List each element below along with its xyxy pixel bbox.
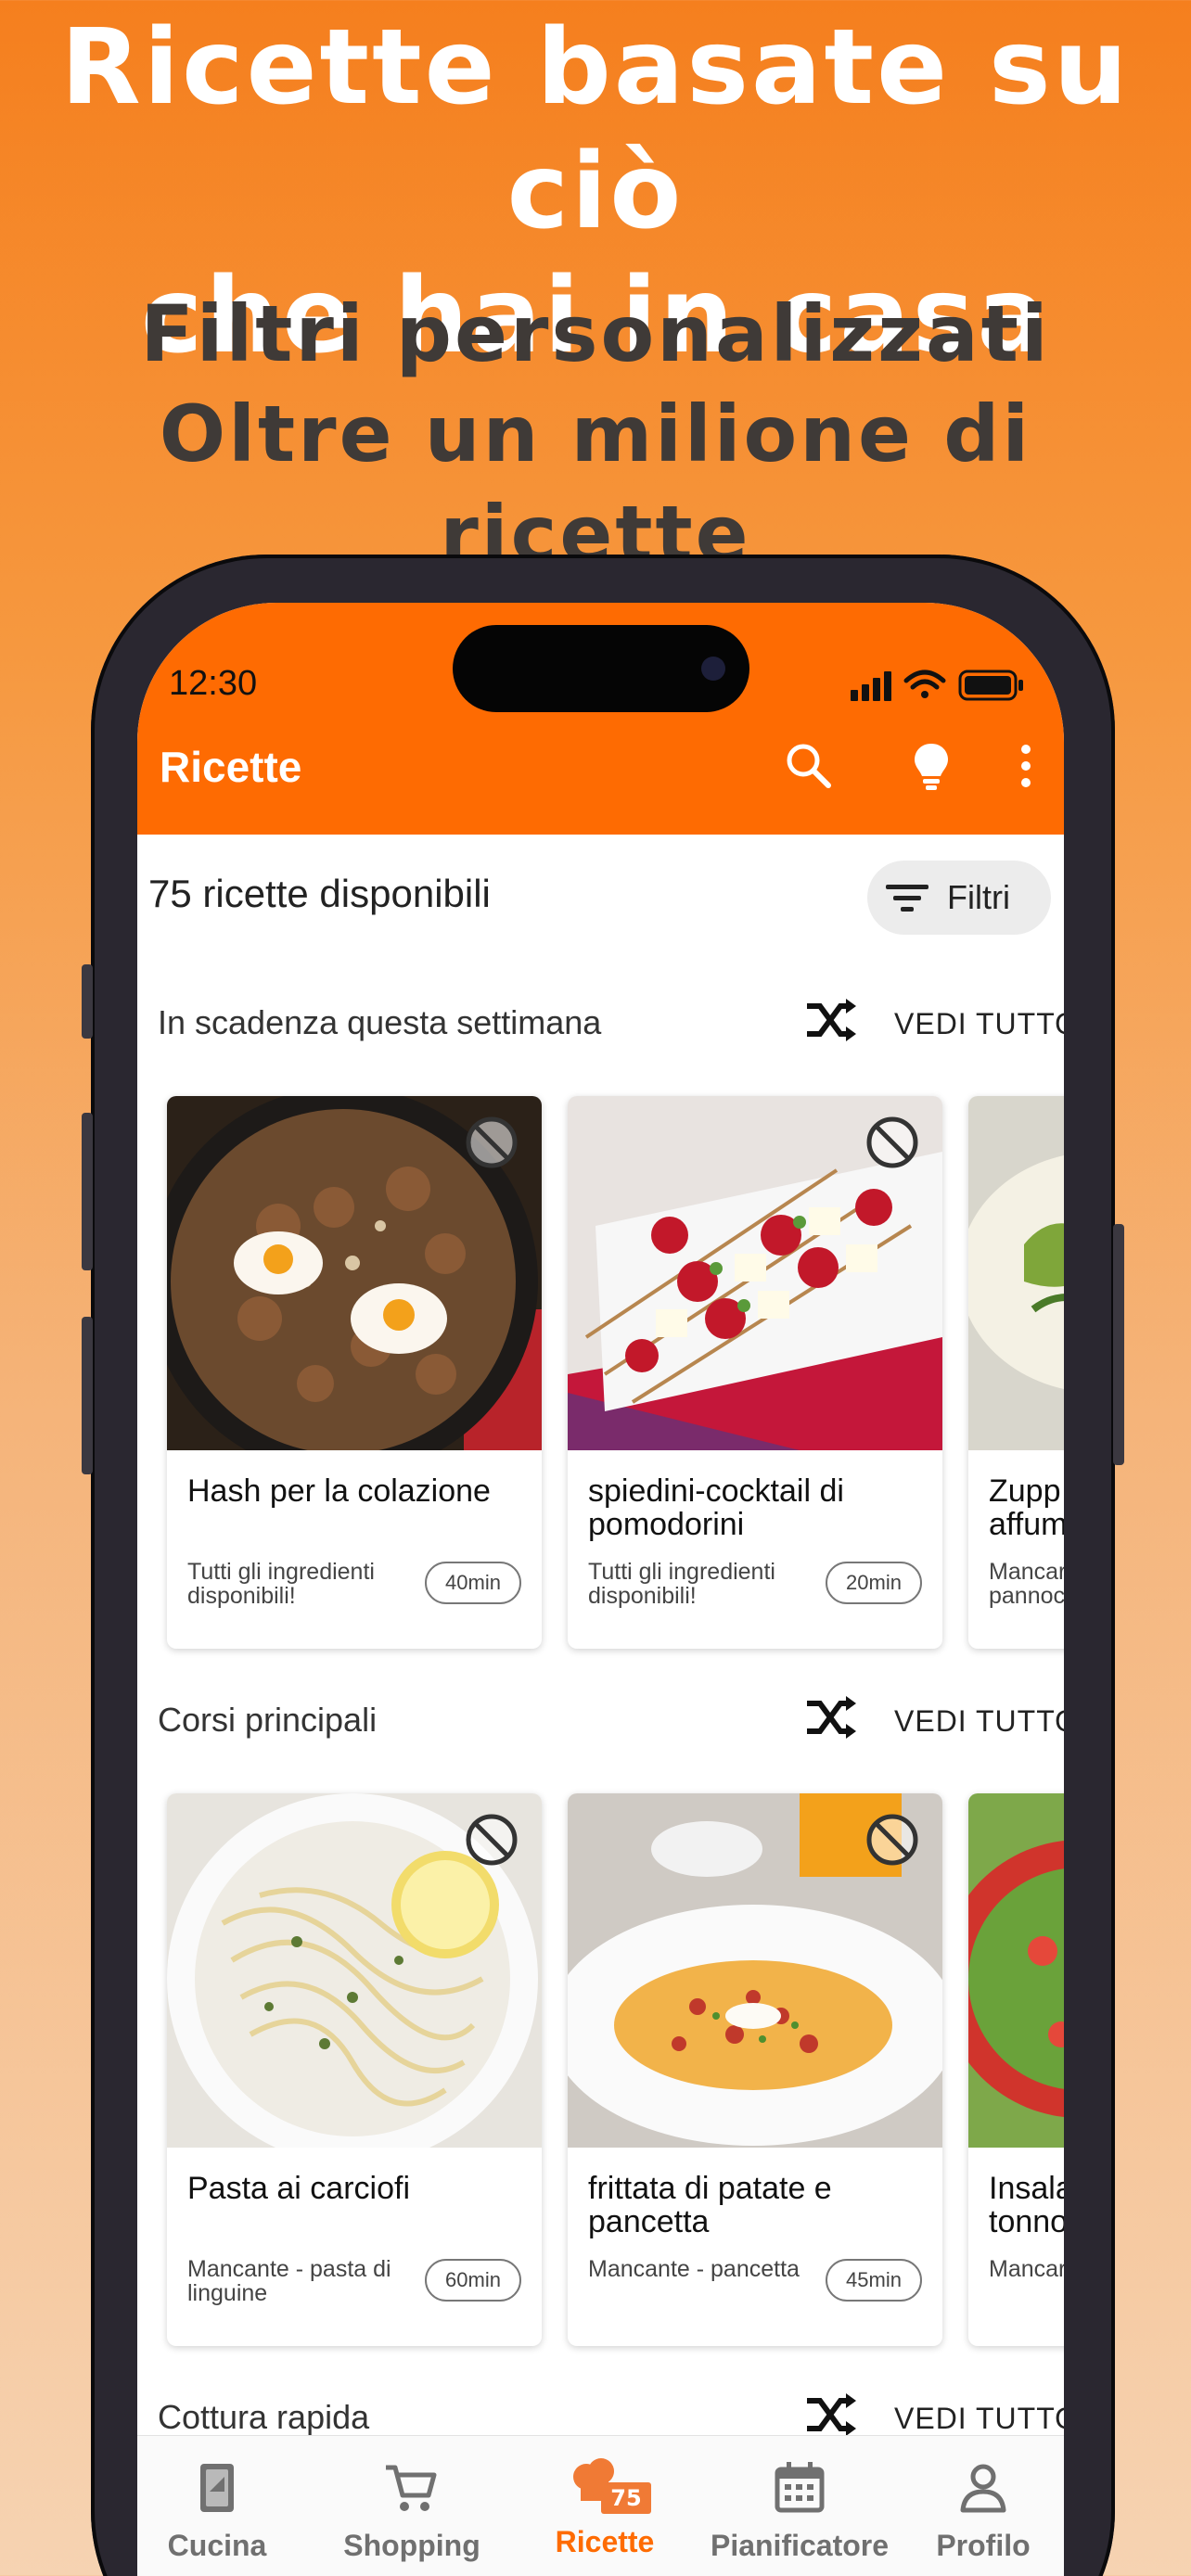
tab-label: Ricette	[555, 2525, 655, 2558]
ban-icon[interactable]	[464, 1812, 519, 1868]
signal-icon	[851, 671, 891, 701]
search-icon[interactable]	[781, 738, 837, 794]
recipe-image-salad	[968, 1793, 1064, 2148]
recipe-card[interactable]: Insala tonno Mancar	[968, 1793, 1064, 2346]
recipe-availability: Mancar	[989, 2256, 1064, 2282]
recipe-availability: Tutti gli ingredienti disponibili!	[588, 1559, 775, 1609]
recipe-card[interactable]: Zupp affum Mancar pannoc	[968, 1096, 1064, 1649]
person-icon	[960, 2464, 1006, 2513]
cart-icon	[386, 2465, 437, 2511]
wifi-icon	[903, 670, 946, 698]
recipe-availability: Mancar pannoc	[989, 1559, 1064, 1609]
headline-line-1: Ricette basate su ciò	[60, 7, 1131, 252]
camera-icon	[701, 657, 725, 681]
recipe-card[interactable]: Hash per la colazione Tutti gli ingredie…	[167, 1096, 542, 1649]
section-title: In scadenza questa settimana	[158, 1003, 602, 1041]
recipe-availability: Mancante - pancetta	[588, 2256, 800, 2282]
recipe-name: spiedini-cocktail di pomodorini	[588, 1473, 844, 1542]
section-title: Cottura rapida	[158, 2398, 370, 2436]
promo-subheadline: Filtri personalizzati Oltre un milione d…	[0, 284, 1191, 584]
lightbulb-icon[interactable]	[903, 738, 959, 794]
recipe-name: Pasta ai carciofi	[187, 2171, 410, 2206]
ban-icon[interactable]	[464, 1115, 519, 1170]
tab-cucina[interactable]: Cucina	[137, 2458, 310, 2563]
tab-label: Pianificatore	[710, 2529, 890, 2562]
phone-power-button	[1113, 1224, 1124, 1465]
filter-button[interactable]: Filtri	[867, 861, 1051, 935]
sub-line-1: Filtri personalizzati	[140, 288, 1051, 379]
shuffle-icon[interactable]	[803, 2391, 859, 2438]
phone-side-button	[82, 964, 93, 1039]
phone-volume-up	[82, 1113, 93, 1270]
section-title: Corsi principali	[158, 1701, 378, 1739]
bottom-tab-bar: Cucina Shopping 75 Ricette Pianificatore…	[137, 2435, 1064, 2576]
app-bar: 12:30 Ricette	[137, 603, 1064, 835]
ban-icon[interactable]	[864, 1812, 920, 1868]
recipe-count-badge: 75	[601, 2482, 651, 2514]
phone-volume-down	[82, 1317, 93, 1474]
recipe-availability: Tutti gli ingredienti disponibili!	[187, 1559, 375, 1609]
status-time: 12:30	[169, 664, 258, 703]
see-all-button[interactable]: VEDI TUTTO	[894, 1007, 1064, 1041]
tab-label: Cucina	[167, 2529, 267, 2562]
tab-shopping[interactable]: Shopping	[319, 2458, 505, 2563]
tab-label: Shopping	[343, 2529, 480, 2562]
shuffle-icon[interactable]	[803, 1694, 859, 1741]
app-title: Ricette	[160, 743, 302, 791]
recipe-name: Insala tonno	[989, 2171, 1064, 2239]
tab-ricette[interactable]: 75 Ricette	[512, 2458, 698, 2559]
filter-icon	[886, 885, 928, 912]
tab-pianificatore[interactable]: Pianificatore	[707, 2458, 892, 2563]
see-all-button[interactable]: VEDI TUTTO	[894, 1704, 1064, 1739]
shuffle-icon[interactable]	[803, 997, 859, 1043]
kitchen-icon	[200, 2464, 234, 2512]
recipe-card[interactable]: frittata di patate e pancetta Mancante -…	[568, 1793, 942, 2346]
recipe-time: 40min	[425, 1562, 521, 1604]
recipes-tab-icon: 75	[573, 2458, 651, 2518]
ban-icon[interactable]	[864, 1115, 920, 1170]
recipe-name: frittata di patate e pancetta	[588, 2171, 832, 2239]
tab-label: Profilo	[936, 2529, 1031, 2562]
recipe-name: Zupp affum	[989, 1473, 1064, 1542]
filter-label: Filtri	[947, 878, 1010, 916]
dynamic-island	[453, 625, 749, 712]
recipe-time: 20min	[826, 1562, 922, 1604]
recipe-count: 75 ricette disponibili	[148, 872, 491, 915]
recipe-card[interactable]: Pasta ai carciofi Mancante - pasta di li…	[167, 1793, 542, 2346]
status-icons	[851, 670, 1023, 701]
calendar-icon	[775, 2462, 825, 2513]
recipe-time: 45min	[826, 2259, 922, 2302]
more-vert-icon[interactable]	[998, 738, 1054, 794]
recipe-name: Hash per la colazione	[187, 1473, 491, 1509]
battery-icon	[958, 670, 1023, 701]
recipe-image-soup	[968, 1096, 1064, 1450]
see-all-button[interactable]: VEDI TUTTO	[894, 2402, 1064, 2436]
recipe-card[interactable]: spiedini-cocktail di pomodorini Tutti gl…	[568, 1096, 942, 1649]
phone-screen: 12:30 Ricette 75 ricette disponibili Fil…	[137, 603, 1064, 2576]
recipe-availability: Mancante - pasta di linguine	[187, 2256, 391, 2306]
tab-profilo[interactable]: Profilo	[890, 2458, 1064, 2563]
recipe-time: 60min	[425, 2259, 521, 2302]
